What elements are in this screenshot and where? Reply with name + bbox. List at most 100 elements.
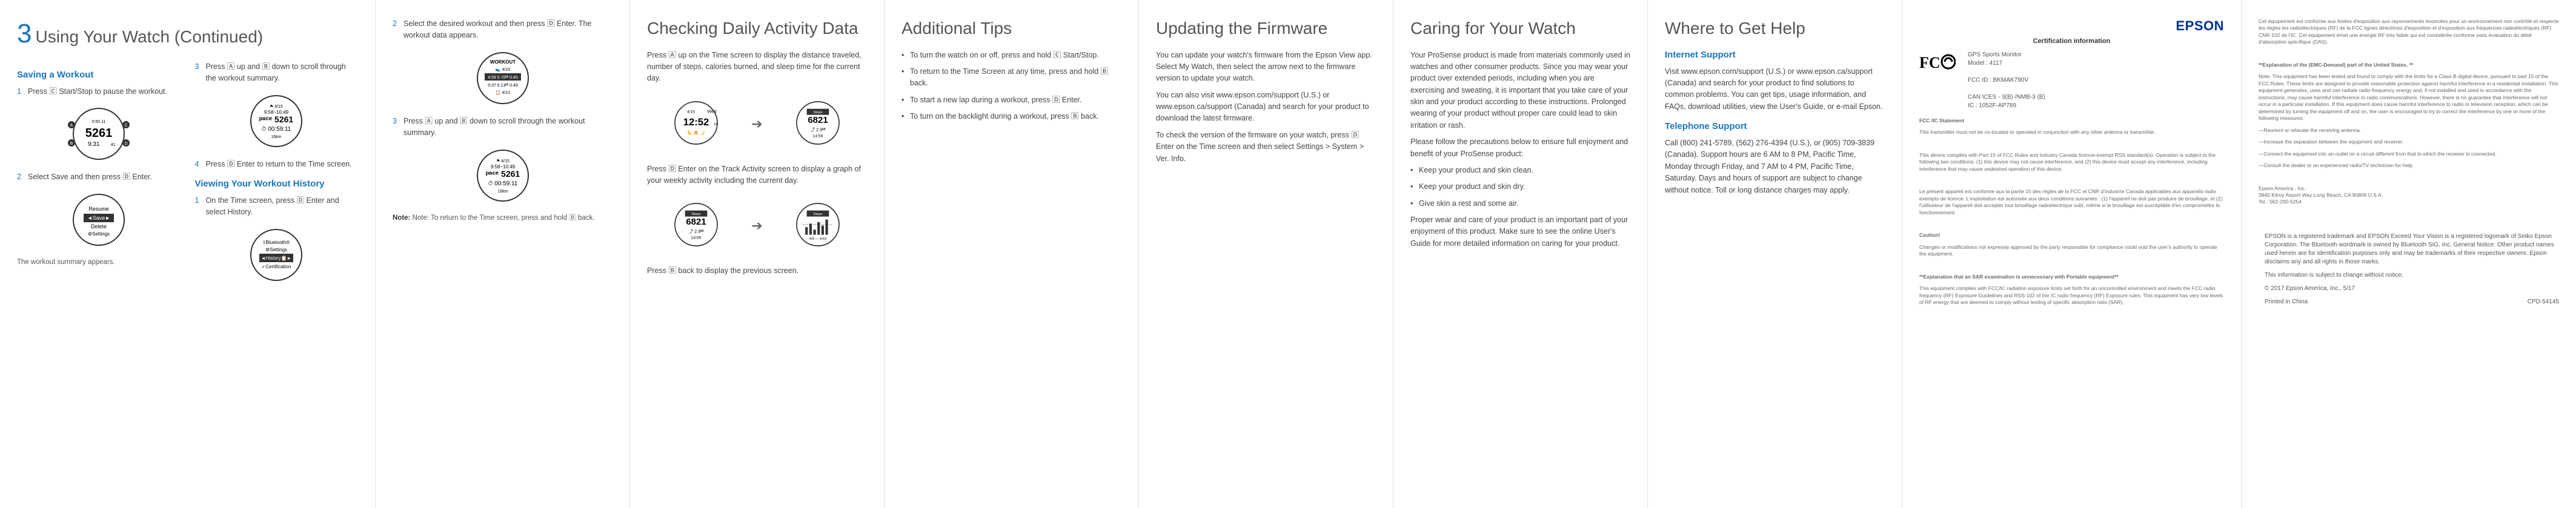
panel-history-continued: 2Select the desired workout and then pre…: [376, 0, 630, 508]
watch-illustration: 4/15Wed12:5224🦶 🔥 🌙: [666, 96, 726, 150]
watch-illustration: WORKOUT👟 4/154:59 5.70ᴹᴵ 0:455:37 5.13ᴹᴵ…: [466, 48, 539, 108]
fccid-text: FCC ID : BKMAK790V: [1968, 76, 2045, 85]
french-text: Le présent appareil est conforme aux la …: [1919, 188, 2224, 216]
step-item: 3Press 🄰 up and 🄱 down to scroll through…: [393, 116, 612, 139]
fcc-text: This transmitter must not be co-located …: [1919, 129, 2224, 136]
care-item: Keep your product and skin dry.: [1410, 181, 1630, 193]
emc-text: Note: This equipment has been tested and…: [2259, 73, 2559, 122]
watch-illustration: Resume ◄Save► Delete ⚙Settings: [62, 190, 135, 250]
svg-text:Resume: Resume: [88, 206, 109, 212]
svg-text:16km: 16km: [271, 135, 282, 139]
body-text: Call (800) 241-5789, (562) 276-4394 (U.S…: [1665, 137, 1885, 196]
watch-illustration: Steps6821⤴ 2.9ᴹᴵ14:56: [788, 96, 848, 150]
svg-text:6821: 6821: [808, 115, 828, 125]
section-title: 3Using Your Watch (Continued): [17, 18, 358, 50]
body-text: You can update your watch's firmware fro…: [1156, 50, 1376, 85]
caution-heading: Caution!: [1919, 232, 1940, 238]
panel-caring: Caring for Your Watch Your ProSense prod…: [1393, 0, 1648, 508]
cpd-text: CPD-54145: [2528, 298, 2559, 306]
svg-text:🦶 🔥 🌙: 🦶 🔥 🌙: [688, 130, 705, 135]
svg-text:4:59 5.70ᴹᴵ 0:45: 4:59 5.70ᴹᴵ 0:45: [488, 76, 518, 80]
section-title: Additional Tips: [901, 18, 1121, 39]
watch-illustration: 0:50.1152619:31.41ABCD: [62, 104, 135, 164]
svg-text:◄Save►: ◄Save►: [87, 215, 110, 221]
sar-heading: **Explanation that an SAR examination is…: [1919, 274, 2119, 280]
panel-daily-activity: Checking Daily Activity Data Press 🄰 up …: [630, 0, 885, 508]
notice-text: This information is subject to change wi…: [2265, 271, 2559, 280]
can-text: CAN ICES - 3(B) /NMB-3 (B) IC : 1052F-AP…: [1968, 93, 2045, 110]
sar-text: This equipment complies with FCC/IC radi…: [1919, 285, 2224, 306]
measure-item: —Increase the separation between the equ…: [2259, 139, 2559, 145]
care-item: Keep your product and skin clean.: [1410, 165, 1630, 176]
fcc-heading: FCC /IC Statement: [1919, 117, 1964, 124]
svg-text:C: C: [124, 124, 127, 128]
svg-text:24: 24: [714, 123, 718, 127]
svg-text:Delete: Delete: [91, 223, 107, 229]
svg-text:⚑ 4/15: ⚑ 4/15: [270, 104, 283, 109]
body-text: To check the version of the firmware on …: [1156, 130, 1376, 165]
svg-text:⤴ 2.9ᴹᴵ: ⤴ 2.9ᴹᴵ: [689, 228, 704, 234]
panel-legal: Cet équipement est conforme aux limites …: [2242, 0, 2576, 508]
arrow-icon: ➔: [751, 116, 762, 132]
copyright-text: © 2017 Epson America, Inc., 5/17: [2265, 285, 2559, 293]
section-title: Updating the Firmware: [1156, 18, 1376, 39]
cert-title: Certification information: [1919, 38, 2224, 45]
measure-item: —Consult the dealer or an experienced ra…: [2259, 162, 2559, 169]
svg-text:👟 4/15: 👟 4/15: [495, 68, 510, 72]
svg-text:⏱ 00:59:11: ⏱ 00:59:11: [488, 180, 517, 187]
telephone-support-heading: Telephone Support: [1665, 121, 1885, 131]
svg-text:14:56: 14:56: [813, 134, 823, 138]
step-item: 1Press 🄲 Start/Stop to pause the workout…: [17, 86, 181, 97]
body-text: Your ProSense product is made from mater…: [1410, 50, 1630, 132]
svg-text:5261: 5261: [85, 127, 113, 140]
step-item: 3Press 🄰 up and 🄱 down to scroll through…: [195, 61, 359, 85]
svg-text:9:31: 9:31: [88, 141, 100, 148]
address-text: Epson America , Inc. 3840 Kilroy Airport…: [2259, 185, 2559, 206]
measure-item: —Connect the equipment into an outlet on…: [2259, 151, 2559, 157]
svg-text:ᛒBluetooth®: ᛒBluetooth®: [263, 240, 290, 245]
body-text: Press 🄳 Enter on the Track Activity scre…: [647, 163, 867, 187]
svg-text:⚙Settings: ⚙Settings: [265, 247, 287, 252]
emc-heading: **Explanation of the (EMC-Demand) part o…: [2259, 62, 2414, 68]
fcc-logo-icon: FC: [1919, 51, 1956, 78]
panel-additional-tips: Additional Tips To turn the watch on or …: [885, 0, 1139, 508]
svg-text:Wed: Wed: [707, 108, 716, 114]
caution-text: Changes or modifications not expressly a…: [1919, 244, 2224, 258]
svg-text:A: A: [70, 124, 73, 128]
trademark-text: EPSON is a registered trademark and EPSO…: [2265, 233, 2559, 266]
panel-firmware: Updating the Firmware You can update you…: [1139, 0, 1393, 508]
svg-text:📋 4/12: 📋 4/12: [495, 90, 510, 95]
body-text: Please follow the precautions below to e…: [1410, 136, 1630, 160]
body-text: Visit www.epson.com/support (U.S.) or ww…: [1665, 66, 1885, 113]
tip-item: To turn the watch on or off, press and h…: [901, 50, 1121, 61]
svg-text:FC: FC: [1919, 54, 1940, 71]
panel-using-watch: 3Using Your Watch (Continued) Saving a W…: [0, 0, 376, 508]
svg-text:4/9 — 4/15: 4/9 — 4/15: [809, 237, 827, 241]
svg-text:⚑ 4/15: ⚑ 4/15: [496, 159, 510, 163]
tip-item: To turn on the backlight during a workou…: [901, 111, 1121, 122]
caption-text: The workout summary appears.: [17, 257, 181, 268]
note-text: Note: Note: To return to the Time screen…: [393, 213, 612, 224]
section-title: Caring for Your Watch: [1410, 18, 1630, 39]
svg-text:.41: .41: [110, 143, 116, 147]
svg-text:ᵖᵃᶜᵉ 5261: ᵖᵃᶜᵉ 5261: [259, 114, 294, 124]
svg-text:Steps: Steps: [692, 213, 701, 217]
svg-text:⚙Settings: ⚙Settings: [88, 231, 110, 237]
step-item: 2Select the desired workout and then pre…: [393, 18, 612, 42]
section-title: Checking Daily Activity Data: [647, 18, 867, 39]
body-text: Press 🄱 back to display the previous scr…: [647, 265, 867, 277]
measure-item: —Reorient or relocate the receiving ante…: [2259, 127, 2559, 134]
svg-text:5:37 5.13ᴹᴵ 0:49: 5:37 5.13ᴹᴵ 0:49: [488, 84, 518, 88]
watch-illustration: ⚑ 4/159:58~10:49ᵖᵃᶜᵉ 5261⏱ 00:59:1116km: [240, 91, 313, 151]
watch-illustration: Steps4/9 — 4/15: [788, 197, 848, 252]
panel-certification: EPSON Certification information FC GPS S…: [1902, 0, 2242, 508]
panel-help: Where to Get Help Internet Support Visit…: [1648, 0, 1902, 508]
step-item: 2Select Save and then press 🄳 Enter.: [17, 171, 181, 183]
svg-text:0:50.11: 0:50.11: [91, 120, 105, 124]
svg-text:✓Certification: ✓Certification: [262, 264, 291, 269]
watch-illustration: ⚑ 4/159:58~10:49ᵖᵃᶜᵉ 5261⏱ 00:59:1116km: [466, 145, 539, 206]
section-title: Where to Get Help: [1665, 18, 1885, 39]
step-item: 1On the Time screen, press 🄳 Enter and s…: [195, 195, 359, 219]
watch-illustration: ᛒBluetooth®⚙Settings◄History📋►✓Certifica…: [240, 225, 313, 285]
svg-text:4/15: 4/15: [687, 110, 695, 114]
